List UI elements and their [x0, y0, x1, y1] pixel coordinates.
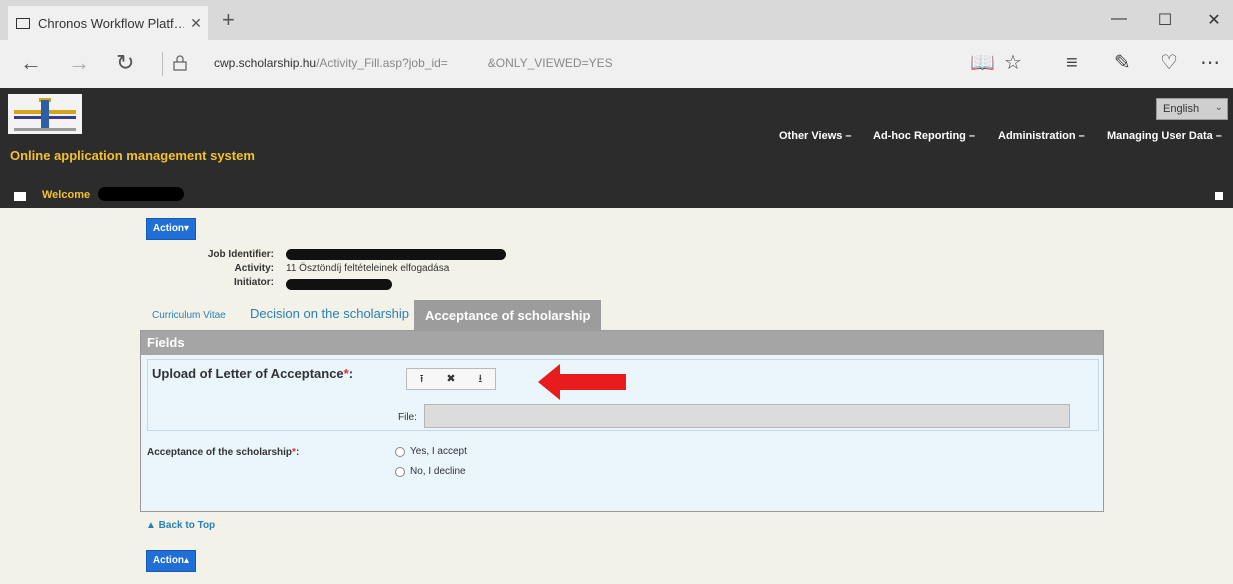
acceptance-label-text: Acceptance of the scholarship [147, 447, 293, 458]
more-icon[interactable]: ⋯ [1200, 52, 1220, 74]
radio-no-decline[interactable]: No, I decline [395, 466, 466, 477]
menu-managing-user-data[interactable]: Managing User Data – [1107, 130, 1222, 142]
app-header: Online application management system Eng… [0, 88, 1233, 208]
language-value: English [1163, 103, 1200, 115]
upload-label: Upload of Letter of Acceptance*: [152, 366, 354, 381]
share-icon[interactable]: ♡ [1160, 52, 1178, 74]
radio-yes-accept[interactable]: Yes, I accept [395, 446, 467, 457]
url-tail: &ONLY_VIEWED=YES [487, 56, 613, 70]
back-arrow-icon[interactable]: ← [20, 52, 42, 74]
new-tab-button[interactable]: + [222, 9, 235, 31]
activity-label: Activity: [234, 263, 274, 274]
url-path: /Activity_Fill.asp?job_id= [316, 56, 448, 70]
hub-icon[interactable]: ≡ [1066, 52, 1078, 74]
app-logo [8, 94, 82, 134]
panel-title: Fields [141, 331, 1103, 355]
reading-view-icon[interactable]: 📖 [970, 52, 995, 74]
file-input[interactable] [424, 404, 1070, 428]
tab-decision-on-scholarship[interactable]: Decision on the scholarship [250, 306, 409, 321]
action-button-top[interactable]: Action▾ [146, 218, 196, 240]
maximize-button[interactable]: ☐ [1150, 10, 1180, 30]
close-window-button[interactable]: ✕ [1199, 10, 1229, 30]
radio-no-label: No, I decline [410, 466, 466, 477]
language-select[interactable]: English ⌄ [1156, 98, 1228, 120]
browser-tabbar: Chronos Workflow Platf… ✕ + — ☐ ✕ [0, 0, 1233, 40]
delete-icon[interactable]: ✖ [436, 369, 465, 389]
red-arrow-icon [538, 364, 626, 400]
refresh-icon[interactable]: ↻ [116, 52, 134, 74]
menu-other-views[interactable]: Other Views – [779, 130, 852, 142]
page-icon [16, 17, 30, 29]
lock-icon [173, 55, 187, 71]
menu-adhoc-reporting[interactable]: Ad-hoc Reporting – [873, 130, 975, 142]
job-identifier-label: Job Identifier: [207, 249, 274, 260]
radio-button[interactable] [395, 466, 405, 477]
redacted-job-identifier [286, 249, 506, 260]
back-to-top-link[interactable]: ▲ Back to Top [146, 520, 215, 531]
toolbar-divider [162, 52, 163, 76]
activity-value: 11 Ösztöndíj feltételeinek elfogadása [286, 263, 450, 274]
upload-label-text: Upload of Letter of Acceptance [152, 366, 344, 381]
web-note-icon[interactable]: ✎ [1114, 52, 1131, 74]
radio-yes-label: Yes, I accept [410, 446, 467, 457]
upload-button-group: ⭱ ✖ ⭳ [406, 368, 496, 390]
action-button-bottom[interactable]: Action▴ [146, 550, 196, 572]
tab-curriculum-vitae[interactable]: Curriculum Vitae [152, 310, 226, 321]
url-host: cwp.scholarship.hu [214, 56, 317, 70]
acceptance-label: Acceptance of the scholarship*: [147, 447, 300, 458]
menu-icon[interactable] [14, 192, 26, 201]
browser-tab[interactable]: Chronos Workflow Platf… ✕ [8, 6, 208, 40]
favorite-star-icon[interactable]: ☆ [1004, 52, 1022, 74]
app-title: Online application management system [10, 148, 255, 163]
download-icon[interactable]: ⭳ [466, 369, 495, 389]
upload-icon[interactable]: ⭱ [407, 369, 436, 389]
url-field[interactable]: cwp.scholarship.hu/Activity_Fill.asp?job… [214, 56, 613, 70]
logout-icon[interactable] [1215, 192, 1223, 200]
redacted-initiator [286, 279, 392, 290]
tab-title: Chronos Workflow Platf… [38, 15, 184, 31]
welcome-text: Welcome [42, 189, 91, 201]
radio-button[interactable] [395, 446, 405, 457]
browser-address-bar: ← → ↻ cwp.scholarship.hu/Activity_Fill.a… [0, 40, 1233, 88]
menu-administration[interactable]: Administration – [998, 130, 1085, 142]
minimize-button[interactable]: — [1104, 10, 1134, 28]
tab-acceptance-of-scholarship[interactable]: Acceptance of scholarship [414, 300, 602, 330]
file-label: File: [398, 412, 417, 423]
forward-arrow-icon[interactable]: → [68, 52, 90, 74]
welcome-bar: Welcome [0, 184, 1233, 208]
tab-close-icon[interactable]: ✕ [184, 15, 208, 32]
redacted-username [98, 187, 184, 201]
initiator-label: Initiator: [234, 277, 274, 288]
chevron-down-icon: ⌄ [1214, 102, 1223, 113]
fields-panel: Fields Upload of Letter of Acceptance*: … [140, 330, 1104, 512]
